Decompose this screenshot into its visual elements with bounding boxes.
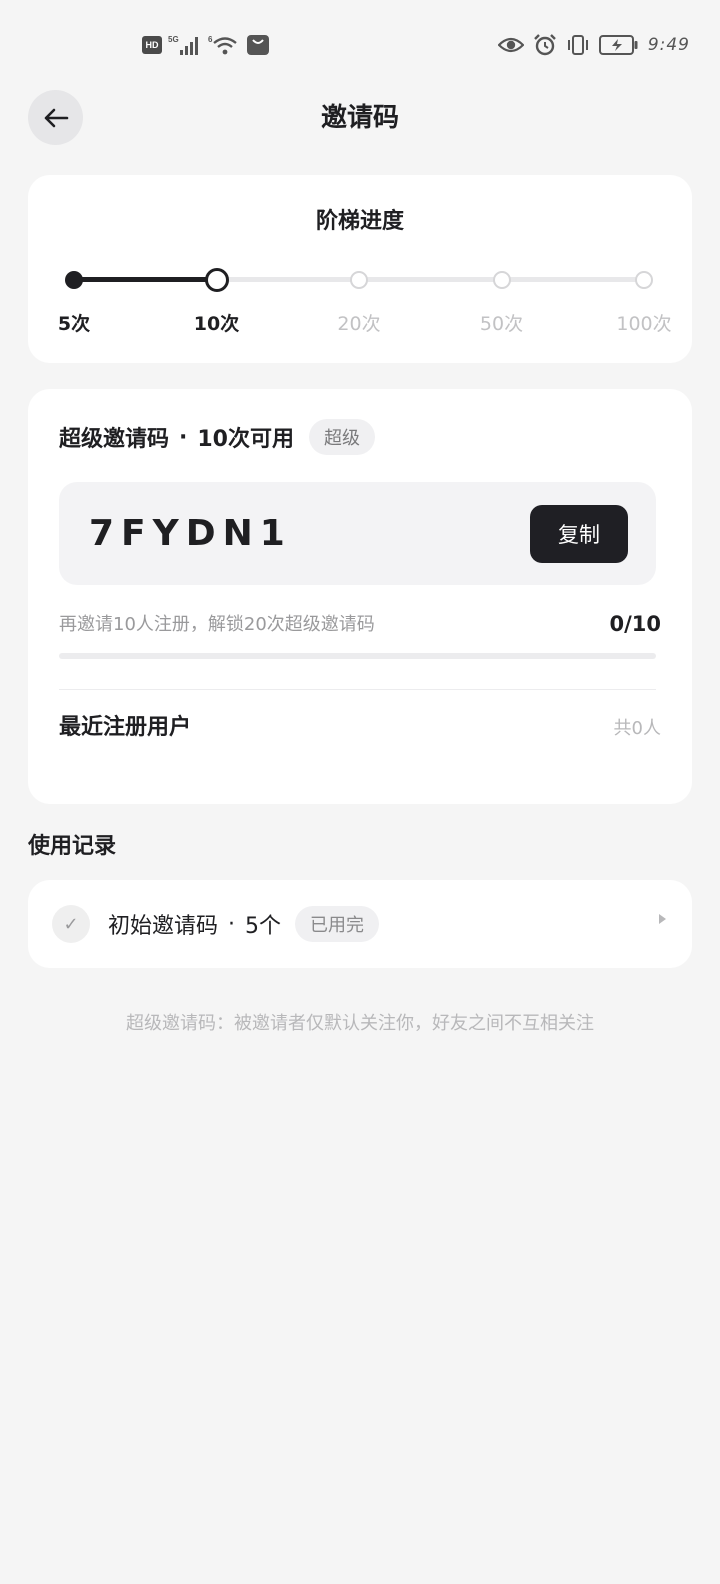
record-separator: · [228, 911, 236, 937]
hd-icon: HD [142, 36, 162, 54]
ladder-node-3 [492, 270, 511, 289]
wifi-label: 6 [208, 35, 213, 44]
alarm-icon [533, 34, 556, 56]
status-bar-left: HD 5G 6 [142, 33, 270, 57]
check-icon: ✓ [52, 905, 90, 943]
shopping-bag-icon [247, 35, 269, 55]
ladder-node-2 [350, 270, 368, 289]
ladder-node-0 [65, 270, 83, 289]
network-label: 5G [168, 35, 179, 44]
unlock-hint: 再邀请10人注册，解锁20次超级邀请码 [59, 614, 375, 635]
ladder-label-2: 20次 [337, 313, 381, 335]
super-tag: 超级 [309, 419, 375, 455]
ladder-label-4: 100次 [616, 313, 672, 335]
battery-charging-icon [598, 35, 638, 55]
ladder-fill [74, 277, 217, 282]
vibrate-icon [567, 35, 588, 55]
invite-code-value: 7FYDN1 [89, 513, 292, 554]
eye-icon [497, 37, 524, 53]
footer-note: 超级邀请码：被邀请者仅默认关注你，好友之间不互相关注 [126, 1013, 594, 1034]
code-card-separator: · [179, 424, 188, 450]
code-box: 7FYDN1 复制 [59, 482, 656, 585]
page-title: 邀请码 [320, 103, 399, 133]
record-row: 初始邀请码 · 5个 已用完 [108, 904, 380, 944]
ladder-label-1: 10次 [193, 313, 240, 335]
status-bar-right: 9:49 [497, 33, 690, 57]
divider [59, 689, 656, 690]
code-card-title: 超级邀请码 [59, 427, 170, 452]
ladder-node-4 [635, 270, 653, 289]
code-card-header: 超级邀请码 · 10次可用 超级 [59, 417, 375, 457]
record-item[interactable]: ✓ 初始邀请码 · 5个 已用完 [28, 880, 692, 968]
5g-signal-icon: 5G [168, 35, 198, 55]
ladder-label-0: 5次 [57, 313, 91, 335]
unlock-progress-bar [59, 653, 656, 659]
record-status-badge: 已用完 [295, 906, 380, 942]
copy-button[interactable]: 复制 [530, 505, 628, 563]
ladder-title: 阶梯进度 [315, 209, 404, 234]
recent-users-label[interactable]: 最近注册用户 [59, 711, 191, 745]
status-time: 9:49 [647, 35, 690, 55]
unlock-count: 0/10 [609, 612, 661, 636]
ladder-label-3: 50次 [479, 313, 524, 335]
wifi-icon: 6 [208, 35, 237, 55]
chevron-right-icon [659, 914, 666, 924]
ladder-node-1 [204, 267, 229, 292]
code-available-count: 10次可用 [197, 427, 294, 452]
recent-users-count: 共0人 [613, 718, 661, 739]
status-bar: HD 5G 6 9:49 [0, 0, 720, 90]
record-quantity: 5个 [245, 914, 282, 939]
records-section-title: 使用记录 [28, 834, 117, 859]
ladder-progress-card: 阶梯进度 5次 10次 20次 50次 100次 [28, 175, 692, 363]
invite-code-card: 超级邀请码 · 10次可用 超级 7FYDN1 复制 再邀请10人注册，解锁20… [28, 389, 692, 804]
record-name: 初始邀请码 [108, 914, 219, 939]
